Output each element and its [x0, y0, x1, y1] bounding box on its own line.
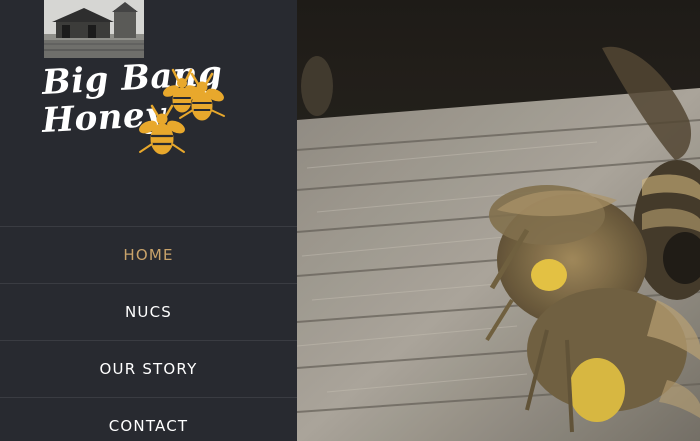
- hero-video[interactable]: [297, 0, 700, 441]
- main-nav: HOME NUCS OUR STORY CONTACT: [0, 226, 297, 441]
- nav-item-contact[interactable]: CONTACT: [0, 397, 297, 441]
- page: Big Bang Honey HOME NUCS OUR STORY CONTA…: [0, 0, 700, 441]
- farm-photo: [44, 0, 144, 58]
- nav-item-our-story[interactable]: OUR STORY: [0, 340, 297, 397]
- nav-item-label: HOME: [123, 246, 174, 264]
- bees-on-hive-image: [297, 0, 700, 441]
- nav-item-label: NUCS: [125, 303, 172, 321]
- nav-item-nucs[interactable]: NUCS: [0, 283, 297, 340]
- nav-item-home[interactable]: HOME: [0, 226, 297, 283]
- brand-logo[interactable]: Big Bang Honey: [40, 54, 240, 168]
- bee-icon: [139, 68, 225, 155]
- nav-item-label: OUR STORY: [99, 360, 198, 378]
- sidebar: Big Bang Honey HOME NUCS OUR STORY CONTA…: [0, 0, 297, 441]
- nav-item-label: CONTACT: [108, 417, 189, 435]
